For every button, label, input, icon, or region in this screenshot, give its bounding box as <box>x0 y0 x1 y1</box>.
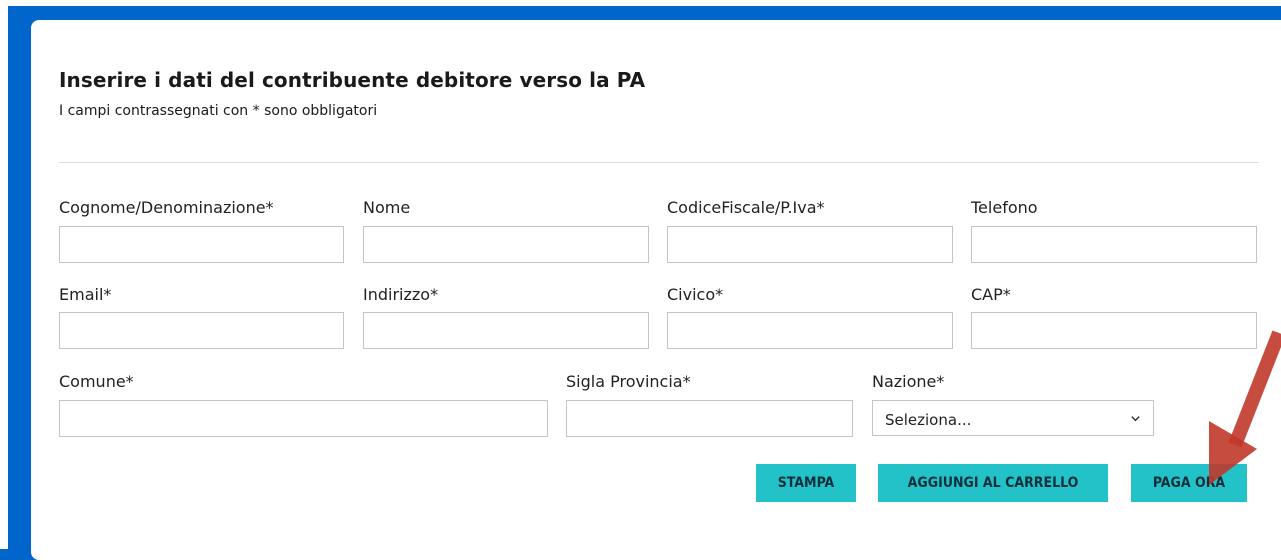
form-title: Inserire i dati del contribuente debitor… <box>59 68 646 92</box>
annotation-arrow-icon <box>1209 330 1281 485</box>
codice-fiscale-input[interactable] <box>667 226 953 263</box>
comune-label: Comune* <box>59 372 134 391</box>
indirizzo-input[interactable] <box>363 312 649 349</box>
indirizzo-label: Indirizzo* <box>363 285 439 304</box>
stampa-button[interactable]: STAMPA <box>756 464 856 502</box>
chevron-down-icon <box>1131 416 1140 422</box>
email-label: Email* <box>59 285 112 304</box>
left-edge <box>0 0 8 549</box>
sigla-provincia-label: Sigla Provincia* <box>566 372 691 391</box>
top-frame <box>0 0 1281 6</box>
cognome-input[interactable] <box>59 226 344 263</box>
nazione-select[interactable]: Seleziona... <box>872 400 1154 436</box>
telefono-input[interactable] <box>971 226 1257 263</box>
divider <box>59 162 1259 163</box>
form-subtitle: I campi contrassegnati con * sono obblig… <box>59 103 378 119</box>
civico-input[interactable] <box>667 312 953 349</box>
nazione-select-value: Seleziona... <box>885 411 972 429</box>
nazione-label: Nazione* <box>872 372 945 391</box>
comune-input[interactable] <box>59 400 548 437</box>
civico-label: Civico* <box>667 285 724 304</box>
cognome-label: Cognome/Denominazione* <box>59 198 274 217</box>
codice-fiscale-label: CodiceFiscale/P.Iva* <box>667 198 825 217</box>
cap-label: CAP* <box>971 285 1011 304</box>
nome-input[interactable] <box>363 226 649 263</box>
sigla-provincia-input[interactable] <box>566 400 853 437</box>
aggiungi-al-carrello-button[interactable]: AGGIUNGI AL CARRELLO <box>878 464 1108 502</box>
nome-label: Nome <box>363 198 411 217</box>
email-input[interactable] <box>59 312 344 349</box>
telefono-label: Telefono <box>971 198 1038 217</box>
